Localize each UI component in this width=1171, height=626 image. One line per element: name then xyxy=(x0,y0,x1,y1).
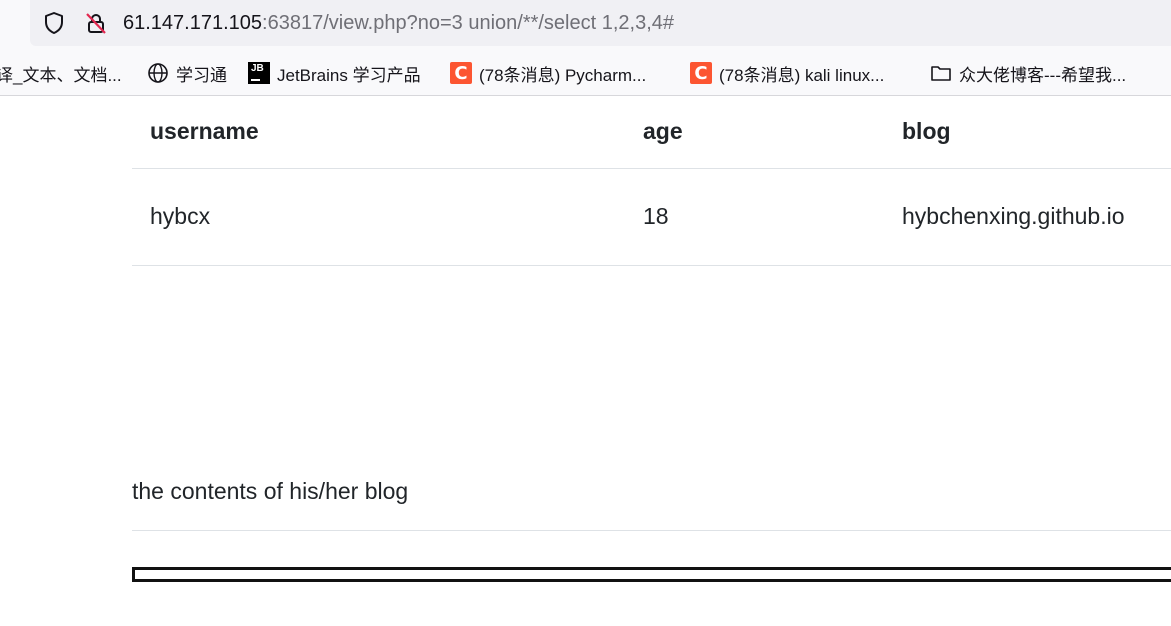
cell-age: 18 xyxy=(625,168,884,266)
blog-contents-heading: the contents of his/her blog xyxy=(132,478,409,504)
shield-icon[interactable] xyxy=(41,10,67,36)
browser-chrome: 61.147.171.105:63817/view.php?no=3 union… xyxy=(0,0,1171,96)
table-row: hybcx 18 hybchenxing.github.io xyxy=(132,168,1171,266)
url-path: :63817/view.php?no=3 union/**/select 1,2… xyxy=(262,12,675,34)
bookmark-label: (78条消息) Pycharm... xyxy=(479,65,647,85)
url-text[interactable]: 61.147.171.105:63817/view.php?no=3 union… xyxy=(123,10,674,36)
globe-icon xyxy=(147,62,169,84)
insecure-lock-icon[interactable] xyxy=(83,10,109,36)
bookmark-kali[interactable]: C (78条消息) kali linux... xyxy=(690,61,884,85)
cell-username: hybcx xyxy=(132,168,625,266)
bookmarks-toolbar: 译_文本、文档... 学习通 JB JetBrains 学习产品 C (78条消… xyxy=(0,56,1171,90)
bookmark-translate[interactable]: 译_文本、文档... xyxy=(0,61,122,85)
user-table: username age blog hybcx 18 hybchenxing.g… xyxy=(132,96,1171,266)
divider xyxy=(132,530,1171,531)
blog-iframe[interactable] xyxy=(132,567,1171,582)
bookmark-label: 学习通 xyxy=(176,65,227,85)
csdn-icon: C xyxy=(450,62,472,84)
column-header-blog: blog xyxy=(884,96,1171,169)
csdn-icon: C xyxy=(690,62,712,84)
bookmark-folder-blogs[interactable]: 众大佬博客---希望我... xyxy=(930,61,1126,85)
bookmark-label: (78条消息) kali linux... xyxy=(719,65,885,85)
jetbrains-icon: JB xyxy=(248,62,270,84)
column-header-username: username xyxy=(132,96,625,169)
bookmark-pycharm[interactable]: C (78条消息) Pycharm... xyxy=(450,61,646,85)
table-header-row: username age blog xyxy=(132,96,1171,169)
cell-blog: hybchenxing.github.io xyxy=(884,168,1171,266)
bookmark-label: 译_文本、文档... xyxy=(0,65,122,85)
bookmark-xuexitong[interactable]: 学习通 xyxy=(147,61,227,85)
address-bar[interactable]: 61.147.171.105:63817/view.php?no=3 union… xyxy=(30,0,1171,46)
page-content: username age blog hybcx 18 hybchenxing.g… xyxy=(0,96,1171,626)
bookmark-label: 众大佬博客---希望我... xyxy=(959,65,1127,85)
url-host: 61.147.171.105 xyxy=(123,12,263,34)
column-header-age: age xyxy=(625,96,884,169)
bookmark-jetbrains[interactable]: JB JetBrains 学习产品 xyxy=(248,61,421,85)
bookmark-label: JetBrains 学习产品 xyxy=(277,65,421,85)
folder-icon xyxy=(930,62,952,84)
